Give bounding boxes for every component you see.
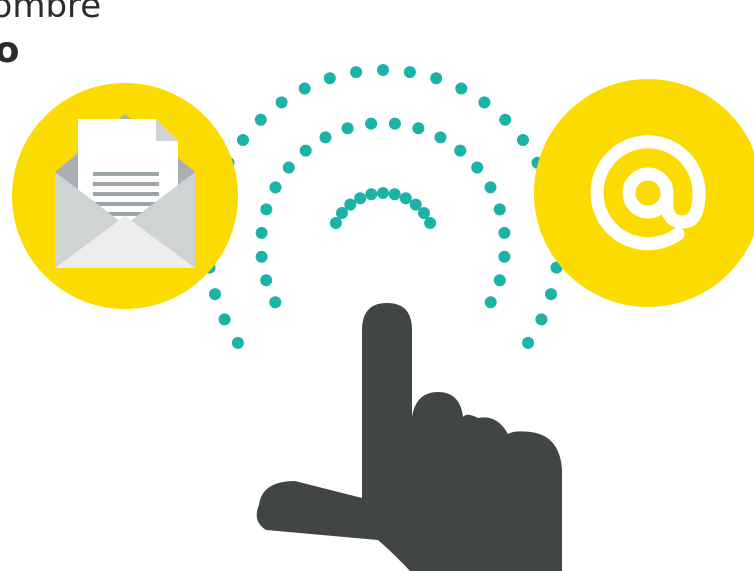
wave-dot	[350, 66, 363, 79]
wave-dot	[282, 161, 295, 174]
illustration	[12, 64, 754, 571]
wave-dot	[535, 313, 548, 326]
wave-dot	[498, 250, 511, 263]
wave-dot	[354, 192, 367, 205]
wave-dot	[455, 82, 468, 95]
wave-dot	[341, 122, 354, 135]
wave-dot	[344, 198, 357, 211]
wave-dot	[260, 274, 273, 287]
wave-dot	[299, 144, 312, 157]
wave-dot	[323, 72, 336, 85]
letter-line	[93, 202, 159, 206]
wave-dot	[260, 203, 273, 216]
wave-dot	[430, 72, 443, 85]
wave-dot	[209, 288, 221, 301]
at-sign-badge	[534, 79, 754, 307]
wave-dot	[269, 296, 282, 309]
wave-dot	[493, 203, 506, 216]
wave-dot	[388, 117, 401, 130]
wave-dot	[255, 226, 268, 239]
envelope-badge	[12, 83, 238, 309]
wave-dot	[545, 288, 557, 301]
wave-dot	[329, 217, 342, 229]
letter-line	[93, 192, 159, 196]
wave-dot	[484, 296, 497, 309]
wave-dot	[454, 144, 467, 157]
wave-dot	[377, 64, 389, 76]
wave-dot	[255, 250, 268, 263]
wave-dot	[218, 313, 231, 326]
at-sign-badge-circle	[534, 79, 754, 307]
wave-dot	[498, 226, 511, 239]
wave-dot	[399, 192, 412, 205]
wave-dot	[254, 113, 267, 126]
wave-dot	[499, 113, 512, 126]
wave-dot	[478, 96, 491, 109]
wave-dot	[319, 131, 332, 144]
wave-dot	[471, 161, 484, 174]
wave-dot	[424, 217, 437, 229]
wave-dot	[275, 96, 288, 109]
wave-dot	[434, 131, 447, 144]
wave-dot	[237, 134, 249, 146]
wave-dot	[298, 82, 311, 95]
wave-dot	[365, 188, 378, 201]
wave-dot	[377, 187, 389, 199]
wave-dot	[412, 122, 425, 135]
wave-dot	[493, 274, 506, 287]
wave-dot	[418, 207, 430, 219]
wave-dot	[484, 181, 497, 194]
wave-dot	[517, 134, 529, 146]
wave-dot	[365, 117, 378, 130]
wave-dot	[403, 66, 416, 79]
wave-dot	[522, 336, 535, 349]
wave-dot	[388, 188, 401, 201]
letter-line	[93, 172, 159, 176]
wave-dot	[231, 336, 244, 349]
pointing-hand-icon	[256, 303, 562, 571]
wave-dot	[269, 181, 282, 194]
letter-line	[93, 182, 159, 186]
